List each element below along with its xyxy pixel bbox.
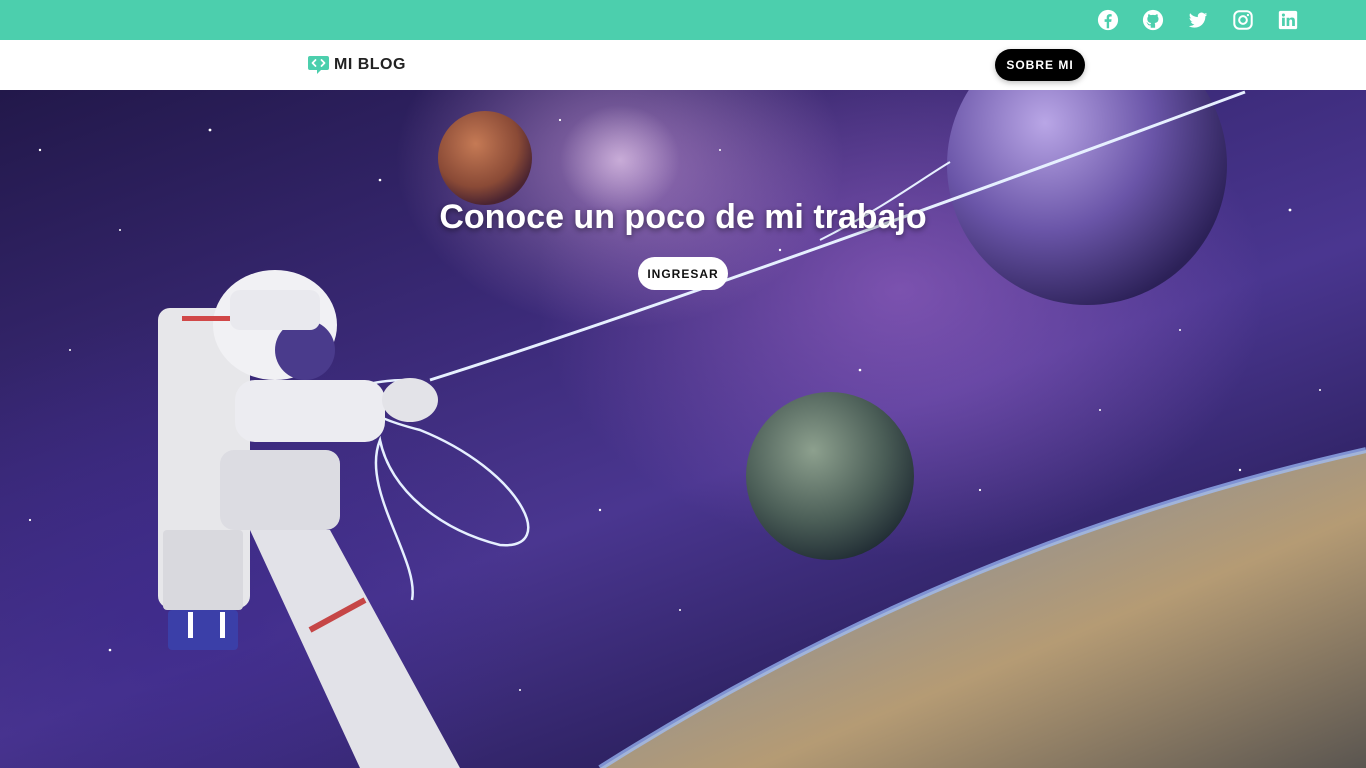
about-me-button[interactable]: SOBRE MI — [995, 49, 1085, 81]
enter-button[interactable]: INGRESAR — [638, 257, 728, 290]
hero-section: Conoce un poco de mi trabajo INGRESAR — [0, 90, 1366, 768]
code-bubble-icon — [308, 56, 329, 74]
main-navbar: MI BLOG SOBRE MI — [0, 40, 1366, 90]
space-background-illustration — [28, 90, 1366, 768]
brand-logo[interactable]: MI BLOG — [307, 53, 406, 77]
linkedin-icon[interactable] — [1276, 8, 1300, 32]
brand-name: MI BLOG — [334, 56, 406, 73]
github-icon[interactable] — [1141, 8, 1165, 32]
social-topbar — [0, 0, 1366, 40]
facebook-icon[interactable] — [1096, 8, 1120, 32]
instagram-icon[interactable] — [1231, 8, 1255, 32]
astronaut-figure — [158, 270, 460, 768]
hero-title: Conoce un poco de mi trabajo — [439, 198, 927, 236]
twitter-icon[interactable] — [1186, 8, 1210, 32]
